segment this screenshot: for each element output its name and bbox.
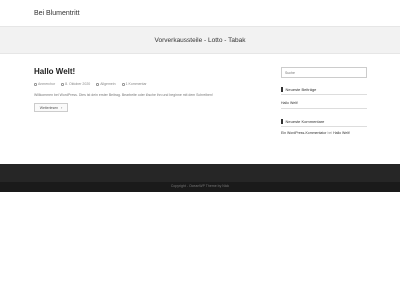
site-header: Bei Blumentritt bbox=[0, 0, 400, 26]
page-banner: Vorverkaussteile - Lotto - Tabak bbox=[0, 26, 400, 54]
post-meta: Anmerchor 8. Oktober 2020 Allgemein 1 Ko… bbox=[34, 82, 152, 86]
divider bbox=[281, 126, 367, 127]
meta-date: 8. Oktober 2020 bbox=[61, 82, 90, 86]
read-more-label: Weiterlesen bbox=[39, 105, 59, 110]
recent-post-link[interactable]: Hallo Welt! bbox=[281, 101, 298, 105]
comment-connector: bei bbox=[327, 131, 333, 135]
post-title[interactable]: Hallo Welt! bbox=[34, 67, 75, 76]
recent-comments-title: Neueste Kommentare bbox=[281, 119, 324, 124]
comment-icon bbox=[121, 82, 125, 86]
meta-category[interactable]: Allgemein bbox=[96, 82, 116, 86]
title-bar-icon bbox=[281, 87, 283, 92]
banner-tagline: Vorverkaussteile - Lotto - Tabak bbox=[154, 37, 246, 44]
site-title[interactable]: Bei Blumentritt bbox=[34, 10, 80, 17]
comment-author-link[interactable]: Ein WordPress-Kommentator bbox=[281, 131, 326, 135]
divider bbox=[281, 94, 367, 95]
read-more-button[interactable]: Weiterlesen › bbox=[34, 103, 68, 112]
recent-comment: Ein WordPress-Kommentator bei Hallo Welt… bbox=[281, 131, 350, 135]
divider bbox=[281, 108, 367, 109]
recent-posts-title: Neueste Beiträge bbox=[281, 87, 316, 92]
meta-author[interactable]: Anmerchor bbox=[34, 82, 55, 86]
chevron-right-icon: › bbox=[61, 105, 63, 110]
search-input[interactable] bbox=[281, 67, 367, 78]
title-bar-icon bbox=[281, 119, 283, 124]
user-icon bbox=[34, 82, 37, 86]
comment-post-link[interactable]: Hallo Welt! bbox=[333, 131, 350, 135]
meta-comments[interactable]: 1 Kommentar bbox=[121, 82, 147, 86]
folder-icon bbox=[96, 82, 100, 86]
calendar-icon bbox=[61, 82, 65, 86]
copyright-text: Copyright - OceanWP Theme by Nick bbox=[170, 184, 230, 188]
post-excerpt: Willkommen bei WordPress. Dies ist dein … bbox=[34, 93, 213, 97]
